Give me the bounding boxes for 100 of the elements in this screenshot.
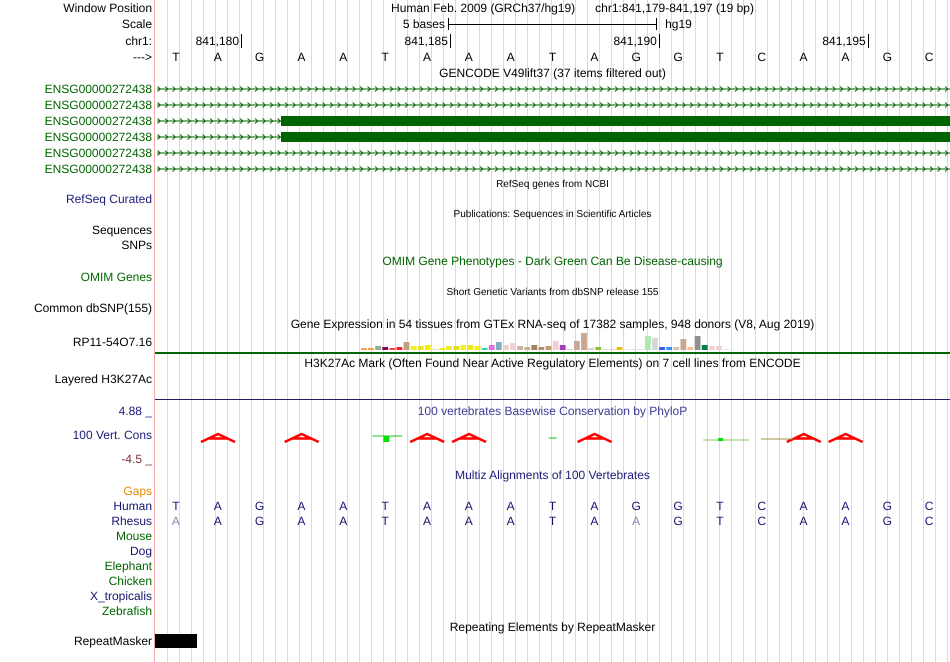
row-label: chr1: bbox=[125, 34, 152, 48]
aligned-base: A bbox=[590, 498, 598, 512]
aligned-base: G bbox=[673, 498, 683, 512]
gene-name[interactable]: ENSG00000272438 bbox=[44, 162, 152, 176]
aligned-base: A bbox=[506, 514, 515, 528]
position-range: chr1:841,179-841,197 (19 bp) bbox=[595, 1, 754, 15]
track-title: 100 vertebrates Basewise Conservation by PhyloP bbox=[418, 404, 688, 418]
gene-name[interactable]: ENSG00000272438 bbox=[44, 98, 152, 112]
aligned-base: C bbox=[757, 514, 766, 528]
strand-label: ---> bbox=[133, 50, 152, 64]
aligned-base: T bbox=[548, 514, 556, 528]
aligned-base: T bbox=[716, 514, 724, 528]
aligned-base: A bbox=[506, 498, 515, 512]
species-label[interactable]: Rhesus bbox=[111, 514, 152, 528]
aligned-base: A bbox=[172, 514, 180, 528]
assembly-label: hg19 bbox=[664, 17, 692, 31]
track-title: Repeating Elements by RepeatMasker bbox=[450, 620, 656, 634]
base-letter: A bbox=[464, 50, 473, 64]
assembly-title: Human Feb. 2009 (GRCh37/hg19) bbox=[391, 1, 576, 15]
track-title: Gene Expression in 54 tissues from GTEx RNA-seq of 17382 samples, 948 donors (V8, Aug 2019) bbox=[290, 316, 814, 330]
track-label[interactable]: RepeatMasker bbox=[74, 634, 152, 648]
position-tick: 841,195 bbox=[822, 34, 869, 48]
species-label[interactable]: Mouse bbox=[116, 528, 152, 542]
track-title: Short Genetic Variants from dbSNP release 155 bbox=[446, 287, 658, 298]
aligned-base: G bbox=[882, 498, 892, 512]
base-letter: G bbox=[673, 50, 683, 64]
aligned-base: A bbox=[800, 514, 808, 528]
base-letter: G bbox=[254, 50, 264, 64]
base-letter: A bbox=[339, 50, 348, 64]
base-letter: T bbox=[716, 50, 724, 64]
aligned-base: A bbox=[841, 498, 850, 512]
base-letter: A bbox=[214, 50, 222, 64]
base-letter: G bbox=[632, 50, 641, 64]
aligned-base: A bbox=[214, 514, 222, 528]
aligned-base: G bbox=[673, 514, 683, 528]
aligned-base: T bbox=[381, 498, 389, 512]
track-label[interactable]: Sequences bbox=[92, 222, 152, 236]
base-letter: T bbox=[172, 50, 180, 64]
species-label[interactable]: Chicken bbox=[108, 574, 152, 588]
aligned-base: A bbox=[422, 498, 431, 512]
track-label[interactable]: RefSeq Curated bbox=[66, 192, 152, 206]
aligned-base: A bbox=[422, 514, 431, 528]
aligned-base: A bbox=[464, 514, 473, 528]
species-label[interactable]: Human bbox=[113, 498, 152, 512]
aligned-base: A bbox=[214, 498, 222, 512]
axis-max-label: 4.88 _ bbox=[118, 404, 152, 418]
track-title: OMIM Gene Phenotypes - Dark Green Can Be Disease-causing bbox=[382, 254, 723, 268]
axis-min-label: -4.5 _ bbox=[121, 452, 152, 466]
aligned-base: G bbox=[882, 514, 892, 528]
position-tick: 841,190 bbox=[613, 34, 660, 48]
track-title: RefSeq genes from NCBI bbox=[496, 178, 609, 190]
base-letter: G bbox=[882, 50, 892, 64]
track-label[interactable]: SNPs bbox=[121, 238, 152, 252]
track-label[interactable]: OMIM Genes bbox=[80, 270, 152, 284]
base-letter: A bbox=[800, 50, 808, 64]
aligned-base: A bbox=[800, 498, 808, 512]
species-label[interactable]: Dog bbox=[130, 544, 152, 558]
aligned-base: A bbox=[590, 514, 598, 528]
aligned-base: A bbox=[464, 498, 473, 512]
base-letter: T bbox=[548, 50, 556, 64]
row-label: Scale bbox=[122, 17, 152, 31]
aligned-base: A bbox=[339, 498, 348, 512]
base-letter: A bbox=[506, 50, 515, 64]
base-letter: A bbox=[422, 50, 431, 64]
species-label[interactable]: Elephant bbox=[104, 558, 152, 572]
gene-name[interactable]: RP11-54O7.16 bbox=[72, 335, 152, 349]
aligned-base: A bbox=[339, 514, 348, 528]
track-label[interactable]: 100 Vert. Cons bbox=[72, 428, 152, 442]
track-label[interactable]: Layered H3K27Ac bbox=[54, 372, 152, 386]
track-title: H3K27Ac Mark (Often Found Near Active Regulatory Elements) on 7 cell lines from ENCODE bbox=[304, 356, 801, 370]
base-letter: A bbox=[297, 50, 306, 64]
scale-span-label: 5 bases bbox=[402, 17, 446, 31]
base-letter: T bbox=[381, 50, 389, 64]
gene-feature[interactable] bbox=[155, 113, 950, 129]
gene-name[interactable]: ENSG00000272438 bbox=[44, 146, 152, 160]
aligned-base: A bbox=[841, 514, 850, 528]
track-title: GENCODE V49lift37 (37 items filtered out) bbox=[439, 66, 666, 80]
aligned-base: T bbox=[548, 498, 556, 512]
base-letter: A bbox=[590, 50, 598, 64]
track-title: Publications: Sequences in Scientific Articles bbox=[454, 208, 652, 220]
gene-feature[interactable] bbox=[155, 129, 950, 145]
aligned-base: G bbox=[254, 498, 264, 512]
species-label[interactable]: Zebrafish bbox=[102, 604, 152, 618]
position-tick: 841,180 bbox=[196, 34, 242, 48]
base-letter: A bbox=[841, 50, 850, 64]
aligned-base: A bbox=[297, 498, 306, 512]
aligned-base: C bbox=[757, 498, 766, 512]
aligned-base: T bbox=[172, 498, 180, 512]
aligned-base: C bbox=[924, 498, 934, 512]
aligned-base: A bbox=[632, 514, 640, 528]
aligned-base: T bbox=[716, 498, 724, 512]
gene-name[interactable]: ENSG00000272438 bbox=[44, 82, 152, 96]
track-label[interactable]: Common dbSNP(155) bbox=[34, 301, 152, 315]
aligned-base: T bbox=[381, 514, 389, 528]
species-label[interactable]: X_tropicalis bbox=[90, 588, 152, 602]
position-tick: 841,185 bbox=[404, 34, 451, 48]
gene-name[interactable]: ENSG00000272438 bbox=[44, 114, 152, 128]
base-letter: C bbox=[924, 50, 934, 64]
gene-name[interactable]: ENSG00000272438 bbox=[44, 130, 152, 144]
base-letter: C bbox=[757, 50, 766, 64]
